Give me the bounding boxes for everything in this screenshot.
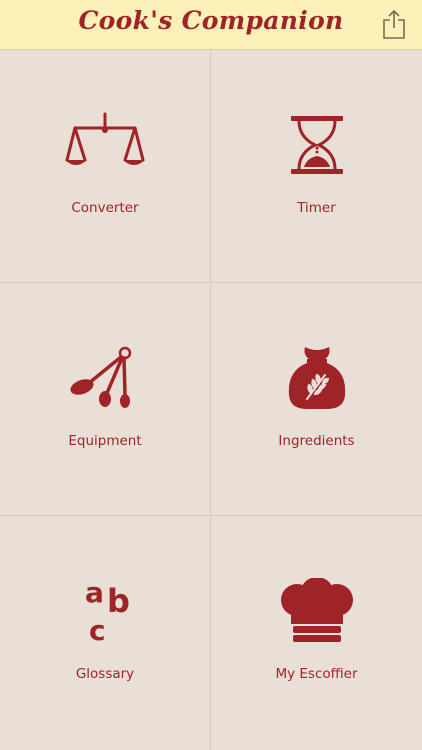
timer-label: Timer: [297, 200, 336, 216]
app-title: Cook's Companion: [78, 6, 344, 35]
svg-text:a: a: [85, 578, 104, 609]
converter-label: Converter: [71, 200, 139, 216]
abc-icon: a b c: [85, 578, 130, 644]
flour-sack-icon: [288, 347, 345, 409]
equipment-label: Equipment: [68, 433, 142, 449]
app-screen: Cook's Companion Converter Timer Equipme…: [0, 0, 422, 750]
converter-tile[interactable]: Converter: [0, 50, 211, 283]
glossary-tile[interactable]: a b c Glossary: [0, 516, 211, 750]
svg-text:c: c: [89, 614, 106, 644]
chef-hat-icon: [280, 578, 353, 642]
ingredients-label: Ingredients: [278, 433, 355, 449]
navigation-bar: Cook's Companion: [0, 0, 422, 50]
hourglass-icon: [290, 116, 343, 174]
glossary-label: Glossary: [75, 666, 135, 682]
svg-text:b: b: [107, 582, 130, 620]
share-button[interactable]: [382, 9, 406, 39]
feature-grid: Converter Timer Equipment Ingredients a …: [0, 50, 422, 750]
share-icon: [383, 9, 405, 39]
my-escoffier-tile[interactable]: My Escoffier: [211, 516, 422, 750]
timer-tile[interactable]: Timer: [211, 50, 422, 283]
my-escoffier-label: My Escoffier: [275, 666, 358, 682]
scale-icon: [65, 112, 145, 165]
equipment-tile[interactable]: Equipment: [0, 283, 211, 516]
measuring-spoons-icon: [70, 346, 132, 408]
ingredients-tile[interactable]: Ingredients: [211, 283, 422, 516]
